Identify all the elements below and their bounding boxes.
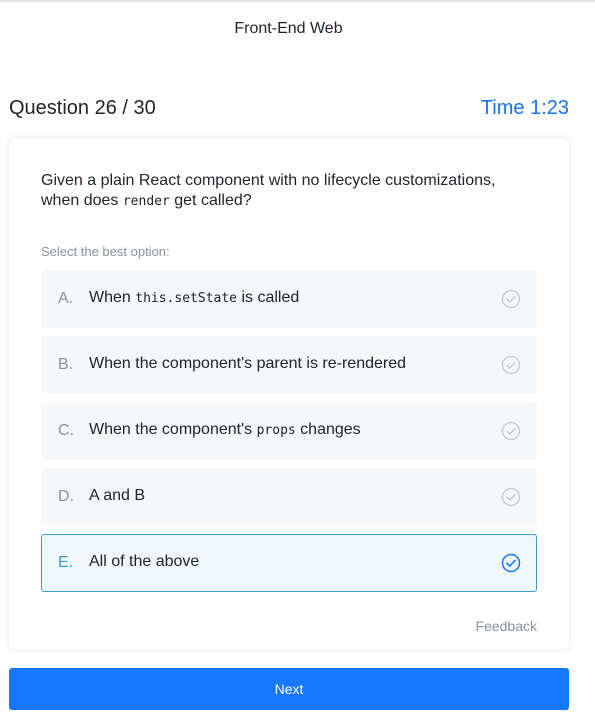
- option-label: A and B: [89, 487, 146, 504]
- check-circle-icon: [501, 421, 521, 441]
- check-circle-icon: [501, 487, 521, 507]
- option-text: When: [89, 289, 136, 306]
- option-code: this.setState: [135, 291, 237, 306]
- question-card: Given a plain React component with no li…: [9, 138, 569, 650]
- option-d[interactable]: D. A and B: [41, 468, 537, 526]
- option-text: is called: [237, 289, 300, 306]
- option-letter: A.: [58, 290, 74, 307]
- app-title: Front-End Web: [234, 20, 343, 37]
- select-hint: Select the best option:: [41, 244, 170, 259]
- question-counter: Question 26 / 30: [9, 97, 156, 119]
- option-e[interactable]: E. All of the above: [41, 534, 537, 592]
- check-circle-icon: [501, 289, 521, 309]
- option-letter: E.: [58, 554, 74, 571]
- question-text: Given a plain React component with no li…: [41, 171, 531, 212]
- option-text: When the component's: [89, 421, 257, 438]
- option-label: When the component's parent is re-render…: [89, 355, 407, 372]
- top-divider: [0, 0, 595, 2]
- option-label: When the component's props changes: [89, 421, 361, 439]
- option-letter: B.: [58, 356, 74, 373]
- check-circle-icon: [501, 355, 521, 375]
- next-button[interactable]: Next: [9, 668, 569, 710]
- option-label: All of the above: [89, 553, 200, 570]
- option-c[interactable]: C. When the component's props changes: [41, 402, 537, 460]
- question-code: render: [122, 194, 170, 209]
- option-b[interactable]: B. When the component's parent is re-ren…: [41, 336, 537, 394]
- question-text-end: get called?: [169, 192, 252, 209]
- check-circle-icon: [501, 553, 521, 573]
- feedback-link[interactable]: Feedback: [476, 618, 537, 634]
- option-letter: D.: [58, 488, 74, 505]
- option-letter: C.: [58, 422, 74, 439]
- option-a[interactable]: A. When this.setState is called: [41, 270, 537, 328]
- option-text: changes: [295, 421, 361, 438]
- option-code: props: [256, 423, 296, 438]
- option-label: When this.setState is called: [89, 289, 299, 307]
- timer: Time 1:23: [480, 97, 569, 119]
- question-text-start: Given a plain React component with no li…: [41, 172, 496, 209]
